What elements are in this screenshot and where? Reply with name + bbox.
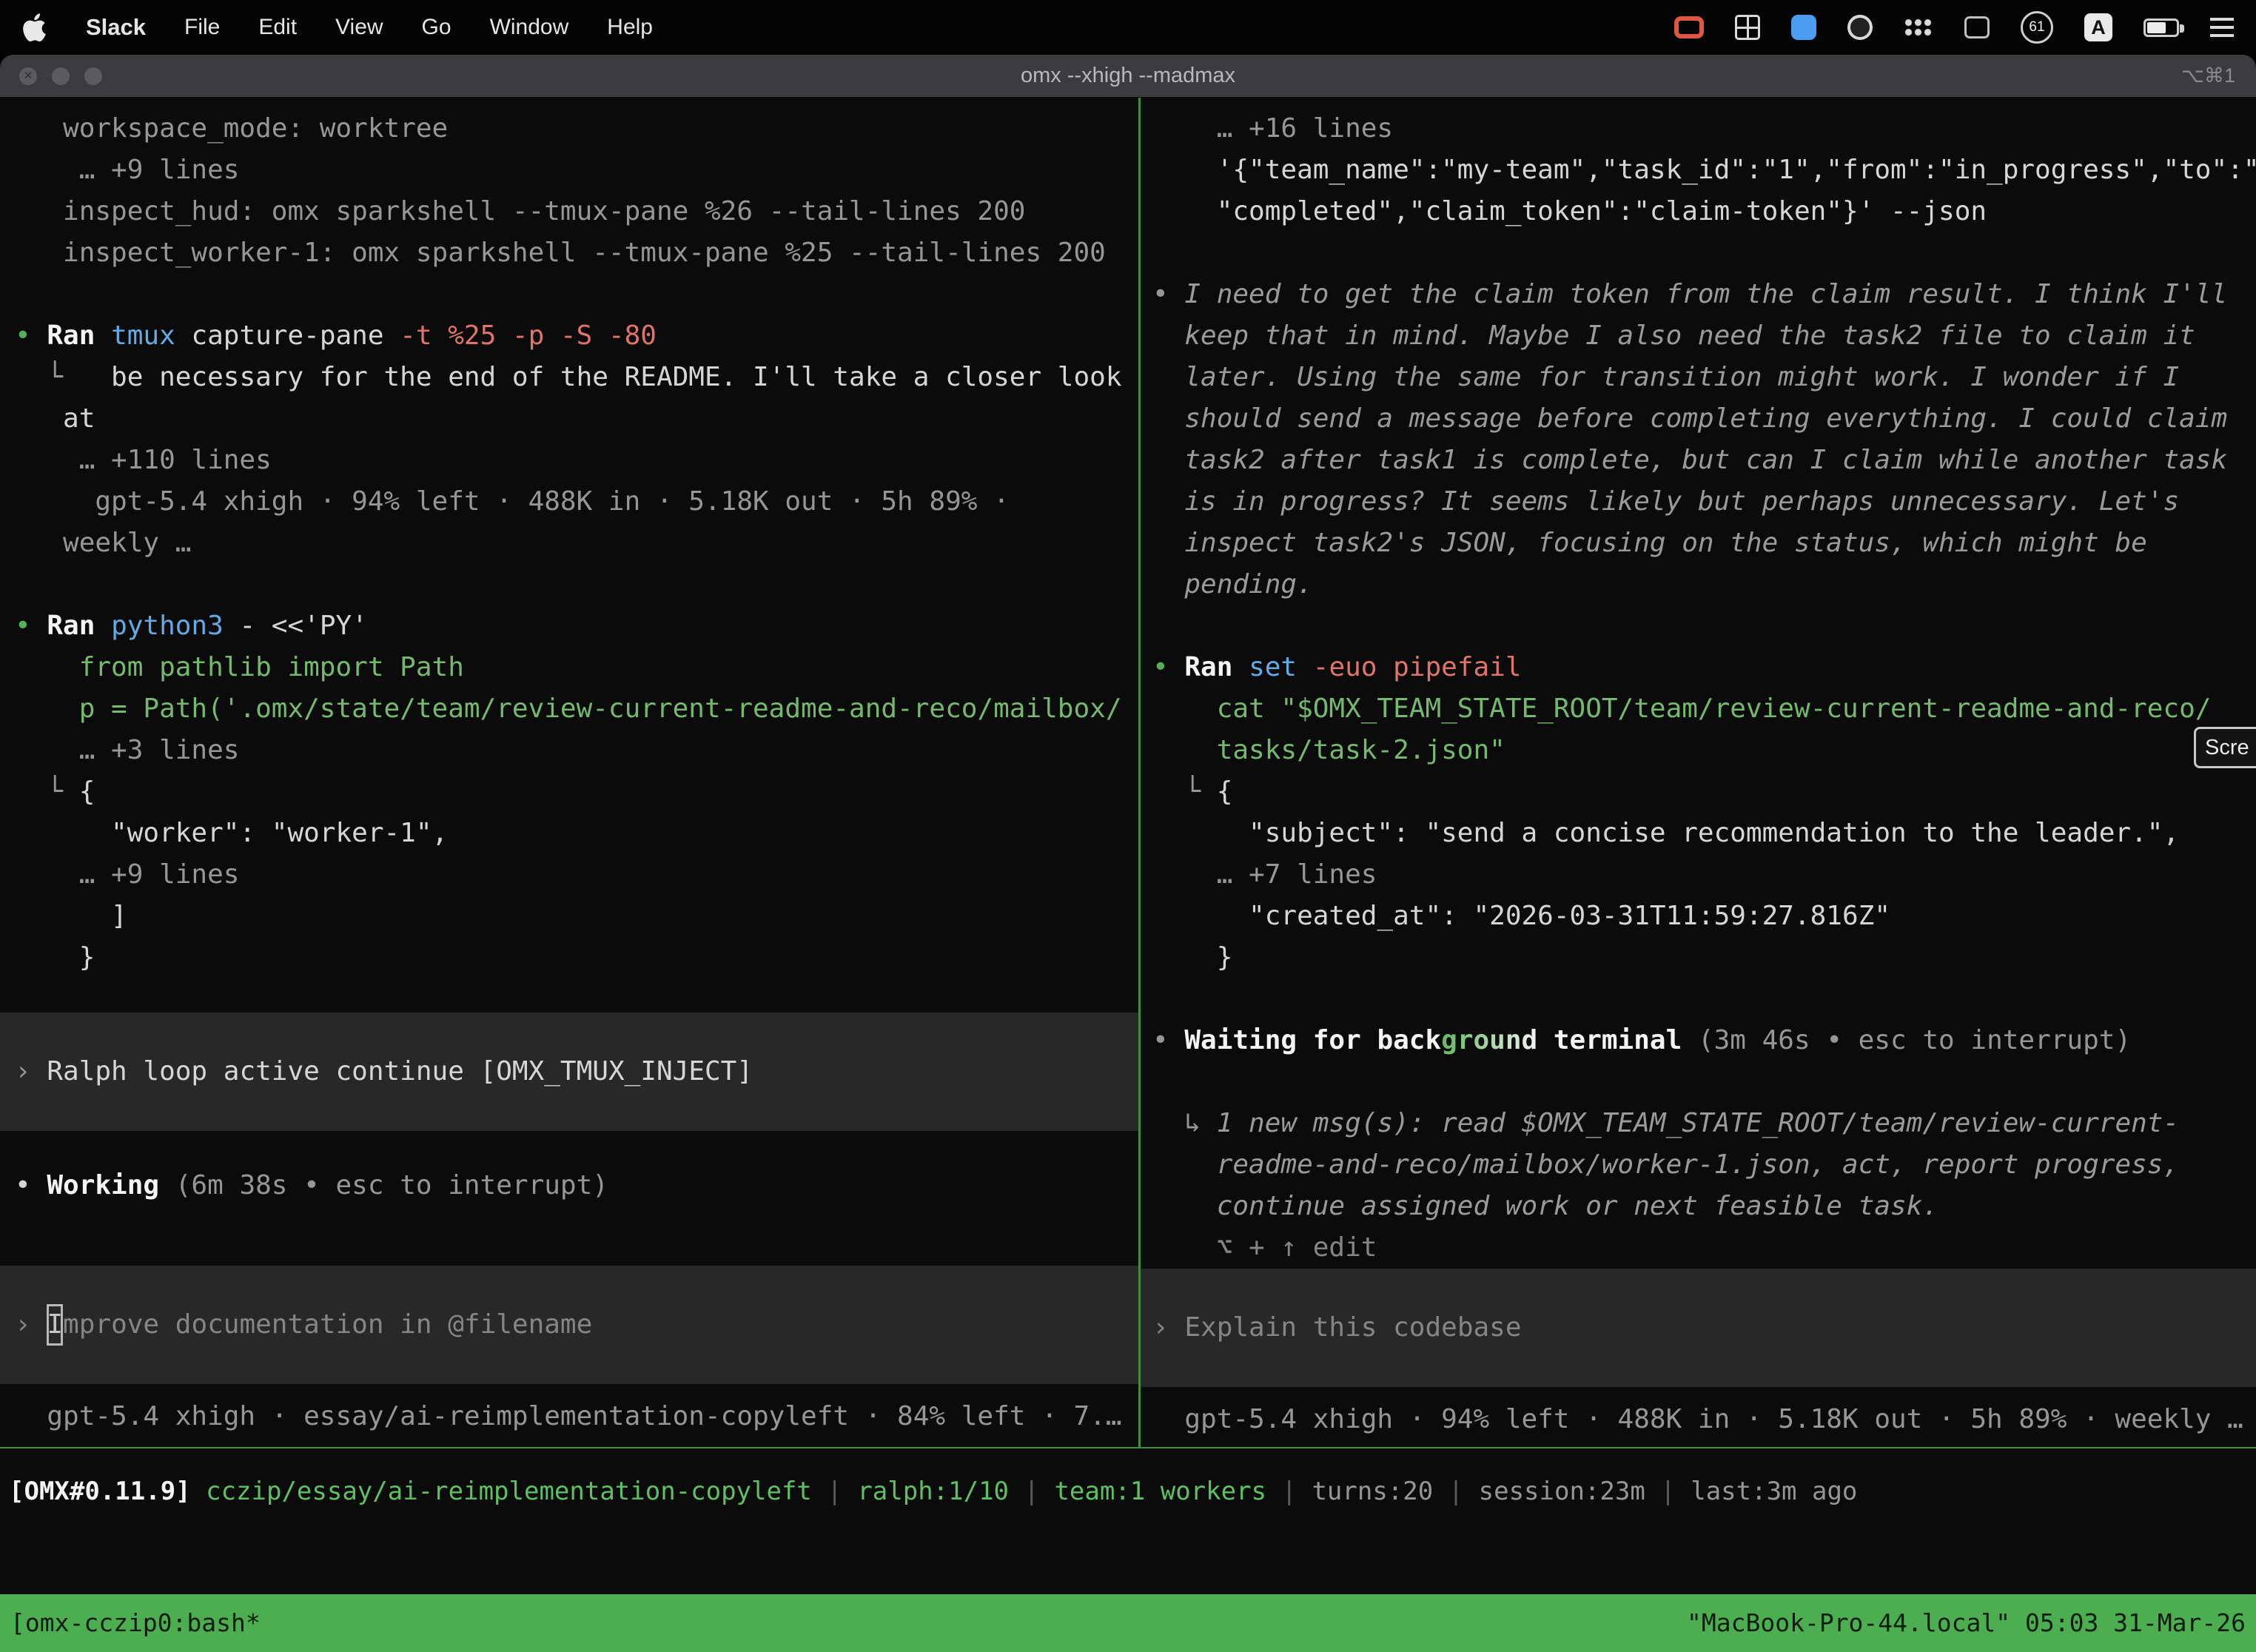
menu-edit[interactable]: Edit <box>258 15 297 40</box>
terminal-line: continue assigned work or next feasible … <box>1152 1186 2256 1227</box>
tmux-session-label: [omx-cczip0:bash* <box>10 1602 261 1644</box>
battery-percent-badge[interactable]: 61 <box>2021 11 2053 44</box>
model-status-line: gpt-5.4 xhigh · essay/ai-reimplementatio… <box>15 1396 1138 1437</box>
input-source-label: A <box>2091 16 2106 39</box>
terminal-line: … +3 lines <box>15 730 1138 771</box>
blank-line <box>1152 978 2256 1020</box>
ran-set-line: • Ran set -euo pipefail <box>1152 647 2256 688</box>
terminal-line: "worker": "worker-1", <box>15 813 1138 854</box>
terminal-line: p = Path('.omx/state/team/review-current… <box>15 688 1138 730</box>
edit-hint-line: ⌥ + ↑ edit <box>1152 1227 2256 1269</box>
menu-lines-icon[interactable] <box>2210 18 2234 37</box>
terminal-line: … +9 lines <box>15 150 1138 191</box>
terminal-line: is in progress? It seems likely but perh… <box>1152 481 2256 523</box>
prompt-suggestion-band[interactable]: › Improve documentation in @filename <box>0 1266 1138 1384</box>
window-shortcut-hint: ⌥⌘1 <box>2181 64 2235 87</box>
terminal-line: └ { <box>15 771 1138 813</box>
terminal-line: "subject": "send a concise recommendatio… <box>1152 813 2256 854</box>
window-grid-icon[interactable] <box>1735 15 1760 40</box>
window-controls: × <box>0 67 102 85</box>
mailbox-message-line: ↳ 1 new msg(s): read $OMX_TEAM_STATE_ROO… <box>1152 1103 2256 1144</box>
menu-help[interactable]: Help <box>607 15 653 40</box>
terminal-line: inspect_worker-1: omx sparkshell --tmux-… <box>15 232 1138 274</box>
terminal-line: workspace_mode: worktree <box>15 108 1138 150</box>
terminal-line: inspect task2's JSON, focusing on the st… <box>1152 523 2256 564</box>
menu-app-name[interactable]: Slack <box>86 14 146 41</box>
terminal-line: ] <box>15 896 1138 937</box>
terminal-line: should send a message before completing … <box>1152 398 2256 440</box>
menu-window[interactable]: Window <box>490 15 569 40</box>
screen-tooltip: Scre <box>2194 727 2256 768</box>
thinking-line: • I need to get the claim token from the… <box>1152 274 2256 315</box>
dots-grid-icon[interactable] <box>1904 18 1933 38</box>
ralph-loop-band[interactable]: › Ralph loop active continue [OMX_TMUX_I… <box>0 1013 1138 1131</box>
terminal-line: gpt-5.4 xhigh · 94% left · 488K in · 5.1… <box>15 481 1138 523</box>
menu-bar-left: Slack File Edit View Go Window Help <box>22 13 653 42</box>
screen-recording-indicator-icon[interactable] <box>1674 16 1704 38</box>
terminal-line: } <box>15 937 1138 978</box>
tmux-status-bar: [omx-cczip0:bash* "MacBook-Pro-44.local"… <box>0 1594 2256 1652</box>
ran-tmux-capture-line: • Ran tmux capture-pane -t %25 -p -S -80 <box>15 315 1138 357</box>
terminal-line: inspect_hud: omx sparkshell --tmux-pane … <box>15 191 1138 232</box>
blank-line <box>15 564 1138 605</box>
terminal-line: task2 after task1 is complete, but can I… <box>1152 440 2256 481</box>
close-button[interactable]: × <box>19 67 37 85</box>
tmux-host-clock: "MacBook-Pro-44.local" 05:03 31-Mar-26 <box>1687 1602 2246 1644</box>
terminal-line: readme-and-reco/mailbox/worker-1.json, a… <box>1152 1144 2256 1186</box>
terminal: workspace_mode: worktree … +9 lines insp… <box>0 98 2256 1652</box>
terminal-window: × omx --xhigh --madmax ⌥⌘1 workspace_mod… <box>0 55 2256 1652</box>
camera-icon[interactable] <box>1847 15 1873 40</box>
menu-bar: Slack File Edit View Go Window Help 61 A <box>0 0 2256 55</box>
desktop-screen: Slack File Edit View Go Window Help 61 A… <box>0 0 2256 55</box>
terminal-line: at <box>15 398 1138 440</box>
blank-line <box>1152 232 2256 274</box>
waiting-status-line: • Waiting for background terminal (3m 46… <box>1152 1020 2256 1061</box>
input-source-icon[interactable]: A <box>2084 13 2112 41</box>
working-status-line: • Working (6m 38s • esc to interrupt) <box>15 1165 1138 1206</box>
menu-bar-status-icons: 61 A <box>1674 11 2234 44</box>
menu-go[interactable]: Go <box>422 15 451 40</box>
terminal-line: └ be necessary for the end of the README… <box>15 357 1138 398</box>
terminal-line: … +16 lines <box>1152 108 2256 150</box>
omx-hud-line: [OMX#0.11.9] cczip/essay/ai-reimplementa… <box>9 1471 2256 1512</box>
battery-percent-text: 61 <box>2029 19 2044 36</box>
terminal-line: "created_at": "2026-03-31T11:59:27.816Z" <box>1152 896 2256 937</box>
hud-separator <box>0 1447 2256 1448</box>
menu-file[interactable]: File <box>184 15 220 40</box>
terminal-line: cat "$OMX_TEAM_STATE_ROOT/team/review-cu… <box>1152 688 2256 730</box>
terminal-line: from pathlib import Path <box>15 647 1138 688</box>
terminal-line: } <box>1152 937 2256 978</box>
model-status-line: gpt-5.4 xhigh · 94% left · 488K in · 5.1… <box>1152 1399 2256 1440</box>
battery-icon[interactable] <box>2143 19 2179 37</box>
terminal-line: later. Using the same for transition mig… <box>1152 357 2256 398</box>
menu-view[interactable]: View <box>335 15 383 40</box>
terminal-line: … +110 lines <box>15 440 1138 481</box>
blank-line <box>1152 1061 2256 1103</box>
window-titlebar[interactable]: × omx --xhigh --madmax ⌥⌘1 <box>0 55 2256 98</box>
terminal-line: weekly … <box>15 523 1138 564</box>
terminal-line: '{"team_name":"my-team","task_id":"1","f… <box>1152 150 2256 191</box>
terminal-line: tasks/task-2.json" <box>1152 730 2256 771</box>
terminal-line: … +7 lines <box>1152 854 2256 896</box>
prompt-suggestion-band[interactable]: › Explain this codebase <box>1141 1269 2256 1387</box>
terminal-line: └ { <box>1152 771 2256 813</box>
raycast-icon[interactable] <box>1791 15 1816 40</box>
zoom-button[interactable] <box>84 67 102 85</box>
keycap-icon[interactable] <box>1964 16 1990 38</box>
left-pane[interactable]: workspace_mode: worktree … +9 lines insp… <box>0 98 1138 1447</box>
blank-line <box>1152 605 2256 647</box>
terminal-line: … +9 lines <box>15 854 1138 896</box>
blank-line <box>15 274 1138 315</box>
apple-menu-icon[interactable] <box>22 13 47 42</box>
terminal-line: keep that in mind. Maybe I also need the… <box>1152 315 2256 357</box>
omx-hud: [OMX#0.11.9] cczip/essay/ai-reimplementa… <box>0 1471 2256 1512</box>
terminal-line: pending. <box>1152 564 2256 605</box>
tmux-panes: workspace_mode: worktree … +9 lines insp… <box>0 98 2256 1447</box>
terminal-line: "completed","claim_token":"claim-token"}… <box>1152 191 2256 232</box>
right-pane[interactable]: … +16 lines '{"team_name":"my-team","tas… <box>1141 98 2256 1447</box>
window-title: omx --xhigh --madmax <box>0 64 2256 88</box>
minimize-button[interactable] <box>52 67 70 85</box>
ran-python-line: • Ran python3 - <<'PY' <box>15 605 1138 647</box>
